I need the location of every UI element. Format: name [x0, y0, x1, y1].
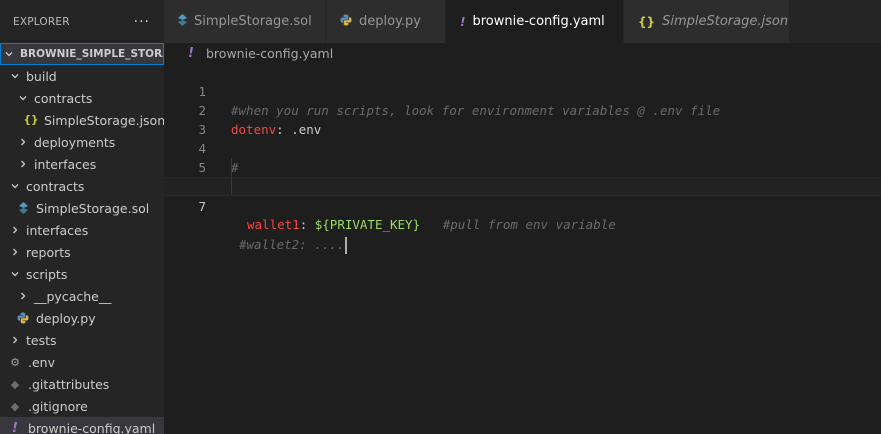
tree-label: contracts — [34, 90, 93, 106]
tree-folder-interfaces[interactable]: interfaces — [0, 219, 164, 241]
tab-deploy-py[interactable]: deploy.py — [326, 0, 446, 43]
tree-file-gitattributes[interactable]: ◆ .gitattributes — [0, 373, 164, 395]
workspace-root[interactable]: BROWNIE_SIMPLE_STORAGE — [0, 43, 164, 65]
chevron-down-icon — [8, 69, 22, 83]
tree-folder-deployments[interactable]: deployments — [0, 131, 164, 153]
tree-label: tests — [26, 332, 57, 348]
tree-file-simplestorage-sol[interactable]: SimpleStorage.sol — [0, 197, 164, 219]
tree-label: __pycache__ — [34, 288, 112, 304]
chevron-right-icon — [8, 245, 22, 259]
indent-guide — [231, 178, 232, 195]
tree-file-env[interactable]: ⚙ .env — [0, 351, 164, 373]
git-icon: ◆ — [10, 399, 20, 413]
tab-label: deploy.py — [359, 14, 421, 29]
yaml-key: wallet1 — [247, 217, 300, 232]
tree-label: .env — [28, 354, 55, 370]
code-editor[interactable]: 1 #when you run scripts, look for enviro… — [164, 63, 881, 434]
tree-label: scripts — [26, 266, 68, 282]
tree-file-simplestorage-json[interactable]: {} SimpleStorage.json — [0, 109, 164, 131]
chevron-right-icon — [16, 157, 30, 171]
chevron-down-icon — [8, 267, 22, 281]
chevron-right-icon — [8, 223, 22, 237]
explorer-title: EXPLORER — [13, 15, 70, 28]
tree-label: contracts — [26, 178, 85, 194]
code-line: 6 wallet1: ${PRIVATE_KEY} #pull from env… — [164, 158, 881, 232]
code-line: 3 — [164, 101, 881, 137]
tree-file-deploy-py[interactable]: deploy.py — [0, 307, 164, 329]
yaml-env-variable: ${PRIVATE_KEY} — [314, 217, 421, 232]
tree-label: SimpleStorage.json — [44, 112, 164, 128]
tree-folder-pycache[interactable]: __pycache__ — [0, 285, 164, 307]
tree-label: .gitignore — [28, 398, 88, 414]
yaml-comment: #pull from env variable — [442, 217, 616, 232]
gear-icon: ⚙ — [10, 355, 20, 369]
tree-folder-scripts[interactable]: scripts — [0, 263, 164, 285]
indent-guide — [231, 158, 232, 177]
code-line: 5 wallets: — [164, 139, 881, 194]
yaml-colon: : — [299, 217, 308, 232]
code-line: 2 dotenv: .env — [164, 82, 881, 137]
python-file-icon — [16, 312, 30, 324]
line-number: 7 — [198, 199, 206, 214]
tab-simplestorage-json[interactable]: {} SimpleStorage.json — [624, 0, 790, 43]
tab-label: SimpleStorage.json — [662, 14, 789, 29]
editor-tabs: SimpleStorage.sol deploy.py ! brownie-co… — [164, 0, 881, 43]
tree-label: deploy.py — [36, 310, 96, 326]
tree-folder-contracts[interactable]: contracts — [0, 175, 164, 197]
tree-file-gitignore[interactable]: ◆ .gitignore — [0, 395, 164, 417]
chevron-down-icon — [2, 47, 16, 61]
tree-label: .gitattributes — [28, 376, 110, 392]
chevron-right-icon — [16, 289, 30, 303]
python-file-icon — [340, 14, 352, 29]
yaml-comment: #wallet2: .... — [239, 237, 345, 252]
tree-folder-build-interfaces[interactable]: interfaces — [0, 153, 164, 175]
tab-simplestorage-sol[interactable]: SimpleStorage.sol — [164, 0, 326, 43]
chevron-right-icon — [8, 333, 22, 347]
explorer-sidebar: EXPLORER ··· BROWNIE_SIMPLE_STORAGE buil… — [0, 0, 164, 434]
workspace-root-label: BROWNIE_SIMPLE_STORAGE — [20, 48, 164, 60]
solidity-file-icon — [178, 14, 187, 29]
git-icon: ◆ — [10, 377, 20, 391]
yaml-file-icon: ! — [188, 45, 194, 61]
tree-label: SimpleStorage.sol — [36, 200, 150, 216]
chevron-down-icon — [8, 179, 22, 193]
solidity-file-icon — [16, 202, 30, 214]
tab-label: brownie-config.yaml — [472, 14, 605, 29]
json-file-icon: {} — [23, 114, 39, 126]
tree-label: interfaces — [26, 222, 89, 238]
chevron-right-icon — [16, 135, 30, 149]
json-file-icon: {} — [638, 14, 656, 29]
tree-label: reports — [26, 244, 71, 260]
tab-brownie-config[interactable]: ! brownie-config.yaml — [446, 0, 624, 43]
explorer-header: EXPLORER ··· — [0, 0, 164, 43]
yaml-file-icon: ! — [460, 14, 466, 29]
tree-folder-build-contracts[interactable]: contracts — [0, 87, 164, 109]
code-line-current: 7 #wallet2: .... — [164, 177, 881, 254]
tree-file-brownie-config[interactable]: ! brownie-config.yaml — [0, 417, 164, 434]
text-cursor — [345, 237, 348, 254]
breadcrumb-file[interactable]: brownie-config.yaml — [206, 46, 333, 61]
yaml-file-icon: ! — [12, 420, 18, 434]
tree-label: interfaces — [34, 156, 97, 172]
tree-folder-tests[interactable]: tests — [0, 329, 164, 351]
code-line: 1 #when you run scripts, look for enviro… — [164, 63, 881, 118]
code-line: 4 # — [164, 120, 881, 175]
tree-folder-reports[interactable]: reports — [0, 241, 164, 263]
tree-label: brownie-config.yaml — [28, 420, 156, 434]
tree-label: deployments — [34, 134, 116, 150]
more-actions-icon[interactable]: ··· — [134, 14, 150, 30]
breadcrumb: ! brownie-config.yaml — [164, 43, 881, 63]
tree-label: build — [26, 68, 57, 84]
chevron-down-icon — [16, 91, 30, 105]
tree-folder-build[interactable]: build — [0, 65, 164, 87]
tab-label: SimpleStorage.sol — [194, 14, 312, 29]
